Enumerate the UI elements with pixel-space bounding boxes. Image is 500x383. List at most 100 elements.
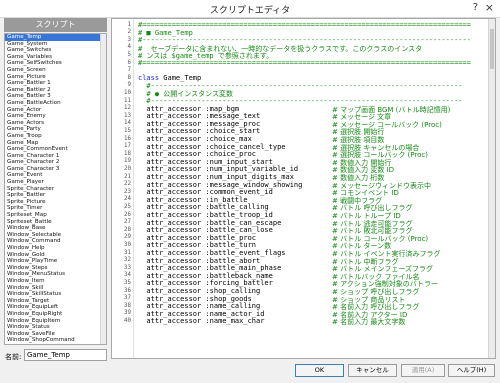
script-list-item[interactable]: Game_SelfSwitches — [5, 60, 106, 67]
window-title: スクリプトエディタ — [209, 6, 291, 16]
line-number: 3 — [127, 36, 132, 43]
script-list-item[interactable]: Game_Party — [5, 126, 106, 133]
line-number: 7 — [127, 67, 132, 74]
script-list-item[interactable]: Window_SkillStatus — [5, 291, 106, 298]
line-number: 14 — [124, 120, 131, 127]
script-list-item[interactable]: Window_Gold — [5, 252, 106, 259]
script-list-item[interactable]: Game_Troop — [5, 133, 106, 140]
script-list-item[interactable]: Window_MenuStatus — [5, 271, 106, 278]
line-number: 24 — [124, 196, 131, 203]
help-button[interactable]: ヘルプ(H) — [448, 364, 495, 377]
line-number: 6 — [127, 59, 132, 66]
code-editor[interactable]: 1 2 3 4 5 6 7 8 9 10 11 12 13 14 15 16 17 18 19 20 21 22 23 24 2… — [111, 18, 496, 359]
line-number: 5 — [127, 52, 132, 58]
script-list-item[interactable]: Game_Battler 1 — [5, 80, 106, 87]
line-number: 29 — [124, 234, 131, 241]
script-list-item[interactable]: Game_System — [5, 41, 106, 48]
script-list-item[interactable]: Window_EquipItem — [5, 318, 106, 325]
line-number: 27 — [124, 219, 131, 226]
close-icon[interactable]: × — [485, 1, 494, 14]
script-list-item[interactable]: Sprite_Timer — [5, 205, 106, 212]
script-list-item[interactable]: Game_Screen — [5, 67, 106, 74]
code-comment-line: #=======================================… — [138, 59, 471, 67]
script-list-item[interactable]: Game_Battler 2 — [5, 87, 106, 94]
script-list-item[interactable]: Game_Character 1 — [5, 153, 106, 160]
script-list-item[interactable]: Game_Temp — [5, 34, 106, 41]
script-list-item[interactable]: Window_Skill — [5, 285, 106, 292]
script-list-item[interactable]: Game_Actor — [5, 107, 106, 114]
script-list-item[interactable]: Sprite_Battler — [5, 192, 106, 199]
script-name-input[interactable] — [24, 349, 107, 361]
script-list-item[interactable]: Window_SaveFile — [5, 331, 106, 338]
script-list-item[interactable]: Game_Player — [5, 179, 106, 186]
line-number: 38 — [124, 302, 131, 309]
line-number: 28 — [124, 226, 131, 233]
line-number: 11 — [124, 97, 131, 104]
editor-scrollbar[interactable] — [488, 19, 495, 358]
script-list-item[interactable]: Game_Event — [5, 172, 106, 179]
script-list-item[interactable]: Window_EquipLeft — [5, 304, 106, 311]
script-list-item[interactable]: Spriteset_Map — [5, 212, 106, 219]
script-list-item[interactable]: Window_PlayTime — [5, 258, 106, 265]
cancel-button[interactable]: キャンセル — [348, 364, 397, 377]
script-list-item[interactable]: Game_Switches — [5, 47, 106, 54]
line-number: 19 — [124, 158, 131, 165]
line-number: 4 — [127, 44, 132, 51]
line-number-gutter: 1 2 3 4 5 6 7 8 9 10 11 12 13 14 15 16 17 18 19 20 21 22 23 24 2… — [112, 19, 134, 358]
script-list-item[interactable]: Game_Picture — [5, 74, 106, 81]
script-list-item[interactable]: Game_Actors — [5, 120, 106, 127]
script-list-item[interactable]: Game_BattleAction — [5, 100, 106, 107]
line-number: 37 — [124, 295, 131, 302]
line-number: 20 — [124, 166, 131, 172]
script-list-item[interactable]: Window_EquipRight — [5, 311, 106, 318]
line-number: 13 — [124, 112, 131, 119]
help-icon[interactable]: ? — [473, 2, 478, 13]
script-list-item[interactable]: Game_Variables — [5, 54, 106, 61]
line-number: 17 — [124, 143, 131, 150]
script-list-scrollbar[interactable] — [100, 34, 106, 344]
script-list-item[interactable]: Window_Target — [5, 298, 106, 305]
line-number: 1 — [127, 21, 132, 28]
line-number: 23 — [124, 188, 131, 195]
line-number: 34 — [124, 272, 131, 279]
line-number: 2 — [127, 29, 132, 36]
editor-scrollbar-thumb[interactable] — [490, 29, 494, 69]
code-inline-comment: # 名前入力 最大文字数 — [332, 318, 406, 327]
script-list-item[interactable]: Window_ShopBuy — [5, 344, 106, 345]
line-number: 9 — [127, 82, 132, 89]
line-number: 39 — [124, 310, 131, 317]
script-list-item[interactable]: Game_Map — [5, 140, 106, 147]
line-number: 22 — [124, 181, 131, 188]
line-number: 32 — [124, 257, 131, 264]
code-area[interactable]: #=======================================… — [134, 19, 488, 358]
apply-button[interactable]: 適用(A) — [401, 364, 445, 377]
script-list-item[interactable]: Window_Selectable — [5, 232, 106, 239]
script-list-item[interactable]: Window_Steps — [5, 265, 106, 272]
script-list[interactable]: Game_Temp Game_System Game_Switches Game_Va… — [4, 33, 107, 345]
line-number: 31 — [124, 249, 131, 256]
script-list-item[interactable]: Window_Help — [5, 245, 106, 252]
script-list-item[interactable]: Window_Command — [5, 238, 106, 245]
ok-button[interactable]: OK — [295, 364, 344, 377]
line-number: 36 — [124, 287, 131, 294]
line-number: 21 — [124, 173, 131, 180]
code-line: attr_accessor :name_max_char — [138, 317, 265, 326]
script-list-item[interactable]: Game_CommonEvent — [5, 146, 106, 153]
script-list-item[interactable]: Sprite_Character — [5, 186, 106, 193]
script-list-item[interactable]: Game_Enemy — [5, 113, 106, 120]
line-number: 35 — [124, 280, 131, 286]
script-list-item[interactable]: Game_Character 3 — [5, 166, 106, 173]
line-number: 16 — [124, 135, 131, 142]
script-list-item[interactable]: Window_ShopCommand — [5, 337, 106, 344]
script-list-header: スクリプト — [4, 18, 107, 32]
line-number: 26 — [124, 211, 131, 218]
script-list-item[interactable]: Game_Character 2 — [5, 159, 106, 166]
name-label: 名前: — [5, 353, 22, 361]
script-list-item[interactable]: Window_Item — [5, 278, 106, 285]
script-list-item[interactable]: Window_Base — [5, 225, 106, 232]
script-list-item[interactable]: Game_Battler 3 — [5, 93, 106, 100]
script-list-item[interactable]: Window_Status — [5, 324, 106, 331]
script-list-item[interactable]: Sprite_Picture — [5, 199, 106, 206]
line-number: 15 — [124, 128, 131, 134]
script-list-item[interactable]: Spriteset_Battle — [5, 219, 106, 226]
